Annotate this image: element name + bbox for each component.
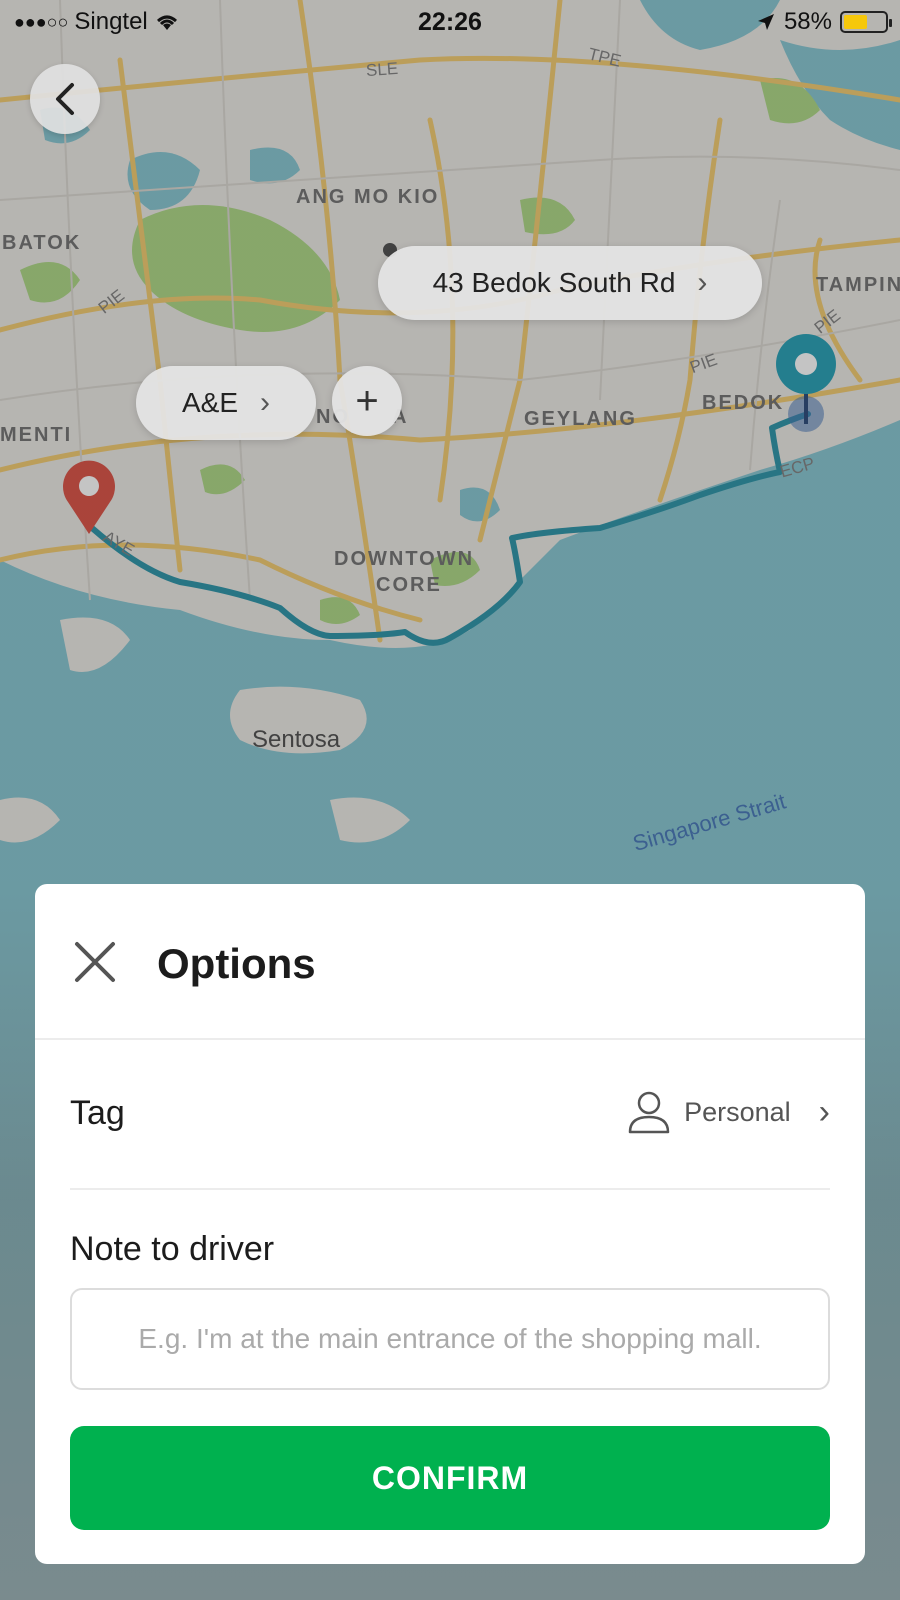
- destination-pin-icon[interactable]: [774, 332, 866, 442]
- close-icon[interactable]: [73, 940, 117, 984]
- tag-label: Tag: [70, 1094, 125, 1132]
- battery-level-fill: [844, 15, 868, 29]
- plus-icon: +: [355, 378, 379, 423]
- map-label-bedok: BEDOK: [702, 392, 785, 414]
- battery-percent: 58%: [783, 8, 832, 35]
- add-stop-button[interactable]: +: [332, 366, 402, 436]
- options-header: Options: [35, 884, 865, 1040]
- location-arrow-icon: [757, 14, 774, 30]
- note-to-driver-input[interactable]: [70, 1288, 830, 1390]
- back-button[interactable]: [30, 64, 100, 134]
- person-icon: [628, 1091, 670, 1134]
- tag-row[interactable]: Tag Personal ›: [70, 1040, 830, 1190]
- options-title: Options: [157, 940, 316, 987]
- map-label-core: CORE: [376, 574, 442, 596]
- road-label-sle: SLE: [365, 58, 399, 81]
- stop-pill-label: A&E: [181, 387, 239, 418]
- chevron-left-icon: [56, 83, 74, 115]
- note-to-driver-label: Note to driver: [70, 1230, 275, 1268]
- battery-icon: [840, 11, 892, 33]
- map-label-tampin: TAMPIN: [816, 274, 900, 296]
- pickup-pin-icon[interactable]: [54, 452, 124, 538]
- chevron-right-icon: ›: [260, 386, 271, 419]
- map-label-menti: MENTI: [0, 424, 73, 446]
- destination-pill-label: 43 Bedok South Rd: [432, 267, 676, 298]
- chevron-right-icon: ›: [697, 266, 708, 299]
- chevron-right-icon: ›: [818, 1092, 830, 1131]
- status-bar: ●●●○○ Singtel 22:26 58%: [0, 0, 900, 44]
- tag-value-label: Personal: [684, 1096, 791, 1127]
- options-sheet: Options Tag Personal › Note to driver CO…: [35, 884, 865, 1564]
- stop-pill[interactable]: A&E ›: [136, 366, 316, 440]
- map-label-batok: BATOK: [2, 232, 82, 254]
- map-label-ang-mo-kio: ANG MO KIO: [296, 186, 440, 208]
- confirm-button[interactable]: CONFIRM: [70, 1426, 830, 1530]
- map-label-sentosa: Sentosa: [252, 726, 341, 753]
- map-label-downtown: DOWNTOWN: [334, 548, 475, 570]
- map-label-geylang: GEYLANG: [524, 408, 637, 430]
- tag-selector[interactable]: Personal ›: [628, 1090, 830, 1134]
- destination-pill[interactable]: 43 Bedok South Rd ›: [378, 246, 762, 320]
